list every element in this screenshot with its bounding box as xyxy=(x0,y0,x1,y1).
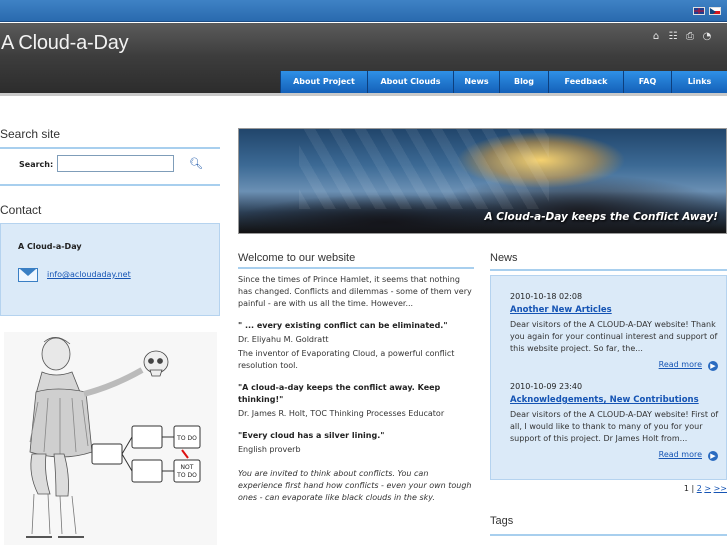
rss-icon[interactable]: ◔ xyxy=(701,31,713,42)
contact-email-link[interactable]: info@acloudaday.net xyxy=(47,270,131,279)
read-more-link[interactable]: Read more xyxy=(659,450,702,459)
nav-about-project[interactable]: About Project xyxy=(280,71,367,93)
diagram-label-not: NOT xyxy=(181,464,194,471)
welcome-title: Welcome to our website xyxy=(238,252,356,264)
search-input[interactable] xyxy=(57,155,174,172)
welcome-intro: Since the times of Prince Hamlet, it see… xyxy=(238,275,472,308)
header-tools: ⌂ ☷ ⎙ ◔ xyxy=(650,31,713,42)
pager-current: 1 xyxy=(683,484,689,493)
nav-blog[interactable]: Blog xyxy=(499,71,548,93)
contact-title: Contact xyxy=(0,203,42,217)
pager-next[interactable]: > xyxy=(704,484,711,493)
news-date: 2010-10-18 02:08 xyxy=(510,292,583,301)
diagram-label-not-to-do: TO DO xyxy=(176,472,197,479)
contact-organization: A Cloud-a-Day xyxy=(18,242,82,251)
news-pagination: 1 | 2 > >> xyxy=(684,484,727,493)
news-divider xyxy=(490,269,727,271)
sitemap-icon[interactable]: ☷ xyxy=(667,31,679,42)
nav-about-clouds[interactable]: About Clouds xyxy=(367,71,453,93)
nav-links[interactable]: Links xyxy=(671,71,727,93)
tags-divider xyxy=(490,534,727,536)
read-more-link[interactable]: Read more xyxy=(659,360,702,369)
top-bar xyxy=(0,0,727,22)
nav-feedback[interactable]: Feedback xyxy=(548,71,623,93)
contact-box: A Cloud-a-Day info@acloudaday.net xyxy=(0,223,220,316)
quote-text: " ... every existing conflict can be eli… xyxy=(238,321,448,330)
quote-text: "Every cloud has a silver lining." xyxy=(238,431,385,440)
site-title[interactable]: A Cloud-a-Day xyxy=(1,32,129,55)
mail-icon xyxy=(18,268,38,282)
pager-separator: | xyxy=(691,484,695,493)
home-icon[interactable]: ⌂ xyxy=(650,31,662,42)
news-date: 2010-10-09 23:40 xyxy=(510,382,583,391)
hamlet-illustration: TO DO NOT TO DO xyxy=(4,332,217,545)
banner-caption: A Cloud-a-Day keeps the Conflict Away! xyxy=(484,211,718,223)
news-box: 2010-10-18 02:08 Another New Articles De… xyxy=(490,275,727,480)
english-flag-icon[interactable] xyxy=(693,7,705,15)
print-icon[interactable]: ⎙ xyxy=(684,31,696,42)
quote-note: The inventor of Evaporating Cloud, a pow… xyxy=(238,349,455,370)
quote-author: Dr. Eliyahu M. Goldratt xyxy=(238,335,329,344)
news-item-link[interactable]: Acknowledgements, New Contributions xyxy=(510,395,699,405)
news-item-link[interactable]: Another New Articles xyxy=(510,305,612,315)
search-button[interactable]: 🔍︎ xyxy=(188,157,204,171)
search-divider xyxy=(0,184,220,186)
search-label: Search: xyxy=(19,160,54,169)
pager-page-2[interactable]: 2 xyxy=(697,484,702,493)
news-excerpt: Dear visitors of the A CLOUD-A-DAY websi… xyxy=(510,410,719,443)
search-title: Search site xyxy=(0,127,61,141)
quote-author: Dr. James R. Holt, TOC Thinking Processe… xyxy=(238,409,445,418)
news-title: News xyxy=(490,252,518,264)
pager-last[interactable]: >> xyxy=(714,484,727,493)
welcome-outro: You are invited to think about conflicts… xyxy=(238,469,472,502)
arrow-right-icon[interactable]: ▶︎ xyxy=(708,361,718,371)
diagram-label-to-do: TO DO xyxy=(176,435,197,442)
news-column: News 2010-10-18 02:08 Another New Articl… xyxy=(490,252,727,536)
main-nav: About Project About Clouds News Blog Fee… xyxy=(280,71,727,93)
welcome-divider xyxy=(238,267,474,269)
sun-rays xyxy=(299,129,549,209)
nav-faq[interactable]: FAQ xyxy=(623,71,671,93)
hamlet-drawing: TO DO NOT TO DO xyxy=(26,337,201,538)
language-switcher xyxy=(693,7,721,15)
nav-news[interactable]: News xyxy=(453,71,499,93)
site-header: A Cloud-a-Day ⌂ ☷ ⎙ ◔ About Project Abou… xyxy=(0,23,727,96)
news-excerpt: Dear visitors of the A CLOUD-A-DAY websi… xyxy=(510,320,718,353)
search-title-divider xyxy=(0,147,220,149)
tags-title: Tags xyxy=(490,515,514,527)
magnifier-icon: 🔍︎ xyxy=(189,157,203,170)
czech-flag-icon[interactable] xyxy=(709,7,721,15)
welcome-column: Welcome to our website Since the times o… xyxy=(238,252,474,504)
quote-author: English proverb xyxy=(238,445,301,454)
arrow-right-icon[interactable]: ▶︎ xyxy=(708,451,718,461)
quote-text: "A cloud-a-day keeps the conflict away. … xyxy=(238,383,441,404)
hero-banner: A Cloud-a-Day keeps the Conflict Away! xyxy=(238,128,727,234)
